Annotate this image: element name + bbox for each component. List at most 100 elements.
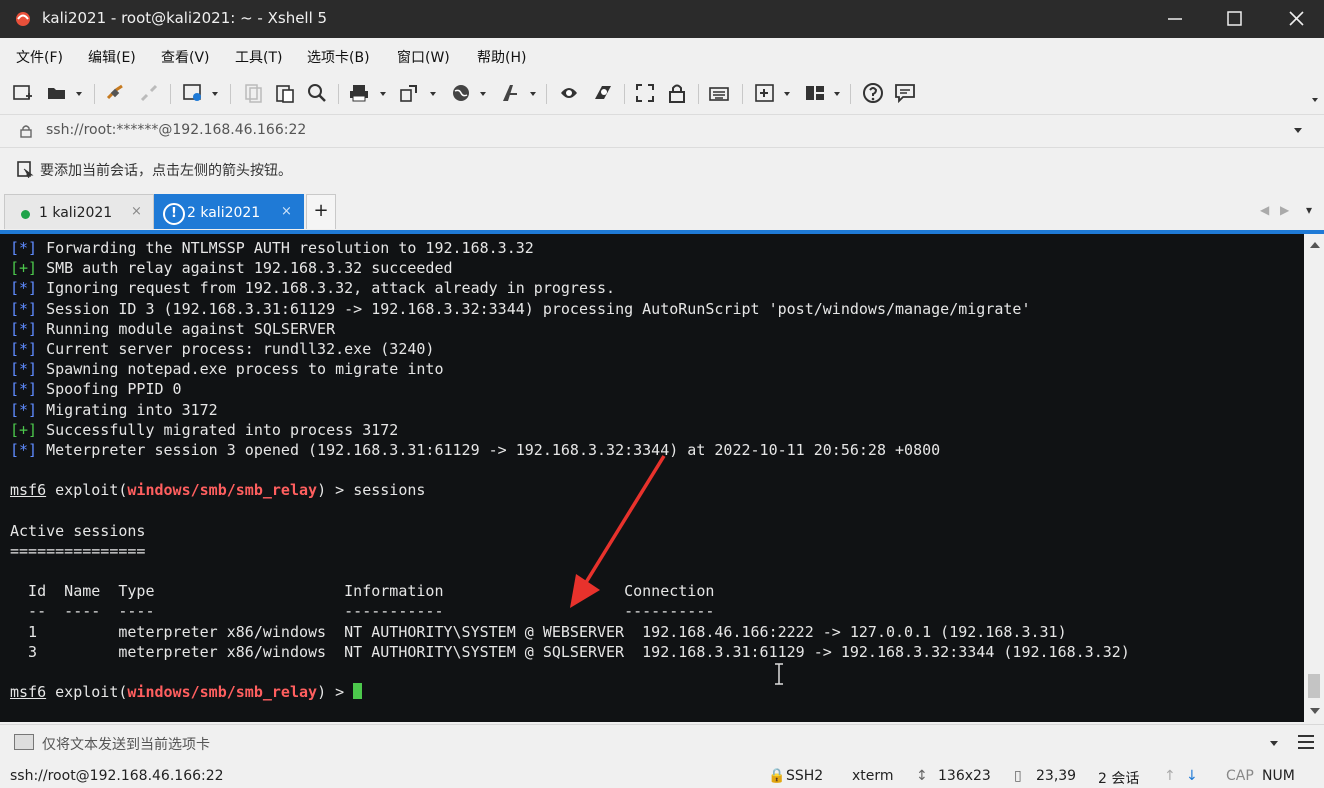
globe-dropdown[interactable] — [480, 92, 486, 96]
tab-scroll-left-icon[interactable]: ◀ — [1260, 203, 1269, 217]
layout-dropdown[interactable] — [834, 92, 840, 96]
status-connection: ssh://root@192.168.46.166:22 — [10, 768, 224, 784]
xmanager-button[interactable] — [592, 82, 614, 104]
print-button[interactable] — [348, 82, 370, 104]
properties-dropdown[interactable] — [212, 92, 218, 96]
connected-status-icon — [21, 210, 30, 219]
open-folder-icon — [48, 88, 65, 99]
copy-button[interactable] — [242, 82, 264, 104]
toolbar-separator — [742, 84, 743, 104]
xftp-button[interactable] — [558, 82, 580, 104]
terminal-scrollbar[interactable] — [1304, 234, 1324, 722]
tab-session-2[interactable]: ! 2 kali2021 × — [154, 194, 304, 229]
add-session-arrow-icon[interactable] — [16, 160, 34, 178]
hamburger-menu-icon[interactable] — [1298, 735, 1314, 753]
font-dropdown[interactable] — [530, 92, 536, 96]
new-tab-icon — [755, 84, 774, 102]
toolbar-separator — [698, 84, 699, 104]
menu-tabs[interactable]: 选项卡(B) — [307, 47, 370, 67]
disconnect-icon — [140, 84, 158, 102]
address-input[interactable]: ssh://root:******@192.168.46.166:22 — [46, 122, 306, 138]
cursor-pos-icon: ▯ — [1014, 768, 1022, 784]
session-hint-text: 要添加当前会话，点击左侧的箭头按钮。 — [40, 163, 292, 179]
print-dropdown[interactable] — [380, 92, 386, 96]
open-button[interactable] — [46, 82, 68, 104]
open-dropdown[interactable] — [76, 92, 82, 96]
toolbar-separator — [624, 84, 625, 104]
layout-icon — [806, 86, 824, 100]
connect-button[interactable] — [104, 82, 126, 104]
help-button[interactable] — [862, 82, 884, 104]
scroll-down-icon[interactable] — [1310, 708, 1320, 714]
disconnect-button[interactable] — [138, 82, 160, 104]
lock-button[interactable] — [666, 82, 688, 104]
title-bar: kali2021 - root@kali2021: ~ - Xshell 5 — [0, 0, 1324, 38]
new-tab-button[interactable] — [754, 82, 776, 104]
menu-tools[interactable]: 工具(T) — [235, 47, 282, 67]
transfer-dropdown[interactable] — [430, 92, 436, 96]
menu-help[interactable]: 帮助(H) — [477, 47, 526, 67]
fullscreen-button[interactable] — [634, 82, 656, 104]
maximize-button[interactable] — [1220, 6, 1250, 32]
new-tab-button[interactable]: + — [306, 194, 336, 229]
paste-button[interactable] — [274, 82, 296, 104]
transfer-button[interactable] — [398, 82, 420, 104]
connect-icon — [106, 84, 123, 100]
address-dropdown[interactable] — [1294, 128, 1302, 133]
maximize-icon — [1227, 11, 1242, 26]
scroll-up-icon[interactable] — [1310, 242, 1320, 248]
toolbar-separator — [850, 84, 851, 104]
status-protocol-lock-icon: 🔒 — [768, 768, 786, 784]
tab-close-icon[interactable]: × — [281, 204, 292, 219]
size-icon: ↕ — [916, 768, 928, 784]
chat-icon — [895, 84, 915, 104]
keyboard-button[interactable] — [708, 82, 730, 104]
menu-view[interactable]: 查看(V) — [161, 47, 210, 67]
tab-scroll-right-icon[interactable]: ▶ — [1280, 203, 1289, 217]
compose-dropdown[interactable] — [1270, 741, 1278, 746]
toolbar-separator — [230, 84, 231, 104]
scroll-thumb[interactable] — [1308, 674, 1320, 698]
menu-window[interactable]: 窗口(W) — [397, 47, 450, 67]
properties-button[interactable] — [182, 82, 204, 104]
session-hint-bar: 要添加当前会话，点击左侧的箭头按钮。 — [0, 152, 1324, 184]
text-cursor-icon — [775, 663, 783, 685]
paste-icon — [276, 85, 294, 103]
find-button[interactable] — [306, 82, 328, 104]
font-icon — [503, 85, 517, 101]
compose-bar: 仅将文本发送到当前选项卡 — [0, 724, 1324, 759]
close-button[interactable] — [1282, 6, 1312, 32]
tab-close-icon[interactable]: × — [131, 204, 142, 219]
tab-label: 1 kali2021 — [39, 205, 113, 221]
transfer-icon — [400, 85, 417, 102]
tab-session-1[interactable]: 1 kali2021 × — [4, 194, 154, 229]
xmanager-icon — [595, 86, 611, 99]
help-icon — [863, 83, 883, 103]
tab-list-dropdown-icon[interactable]: ▾ — [1306, 203, 1312, 217]
globe-icon — [453, 85, 469, 101]
font-button[interactable] — [500, 82, 522, 104]
toolbar-overflow-dropdown[interactable] — [1312, 98, 1318, 102]
copy-icon — [245, 84, 262, 103]
xftp-icon — [561, 88, 577, 98]
toolbar-separator — [170, 84, 171, 104]
layout-button[interactable] — [804, 82, 826, 104]
compose-target-label[interactable]: 仅将文本发送到当前选项卡 — [42, 734, 210, 754]
menu-edit[interactable]: 编辑(E) — [88, 47, 136, 67]
status-terminal-type: xterm — [852, 768, 894, 784]
find-icon — [308, 84, 326, 102]
lock-icon — [669, 84, 685, 103]
download-arrow-icon: ↓ — [1186, 768, 1198, 784]
globe-button[interactable] — [450, 82, 472, 104]
status-size: 136x23 — [938, 768, 991, 784]
new-tab-dropdown[interactable] — [784, 92, 790, 96]
minimize-button[interactable] — [1160, 6, 1190, 32]
keyboard-icon — [709, 87, 729, 101]
new-session-button[interactable] — [12, 82, 34, 104]
terminal-output[interactable]: [*] Forwarding the NTLMSSP AUTH resoluti… — [0, 234, 1304, 722]
status-bar: ssh://root@192.168.46.166:22 🔒 SSH2 xter… — [0, 762, 1324, 787]
chat-button[interactable] — [894, 82, 916, 104]
menu-file[interactable]: 文件(F) — [16, 47, 63, 67]
toolbar-separator — [338, 84, 339, 104]
tab-bar: 1 kali2021 × ! 2 kali2021 × + ◀ ▶ ▾ — [0, 192, 1324, 230]
